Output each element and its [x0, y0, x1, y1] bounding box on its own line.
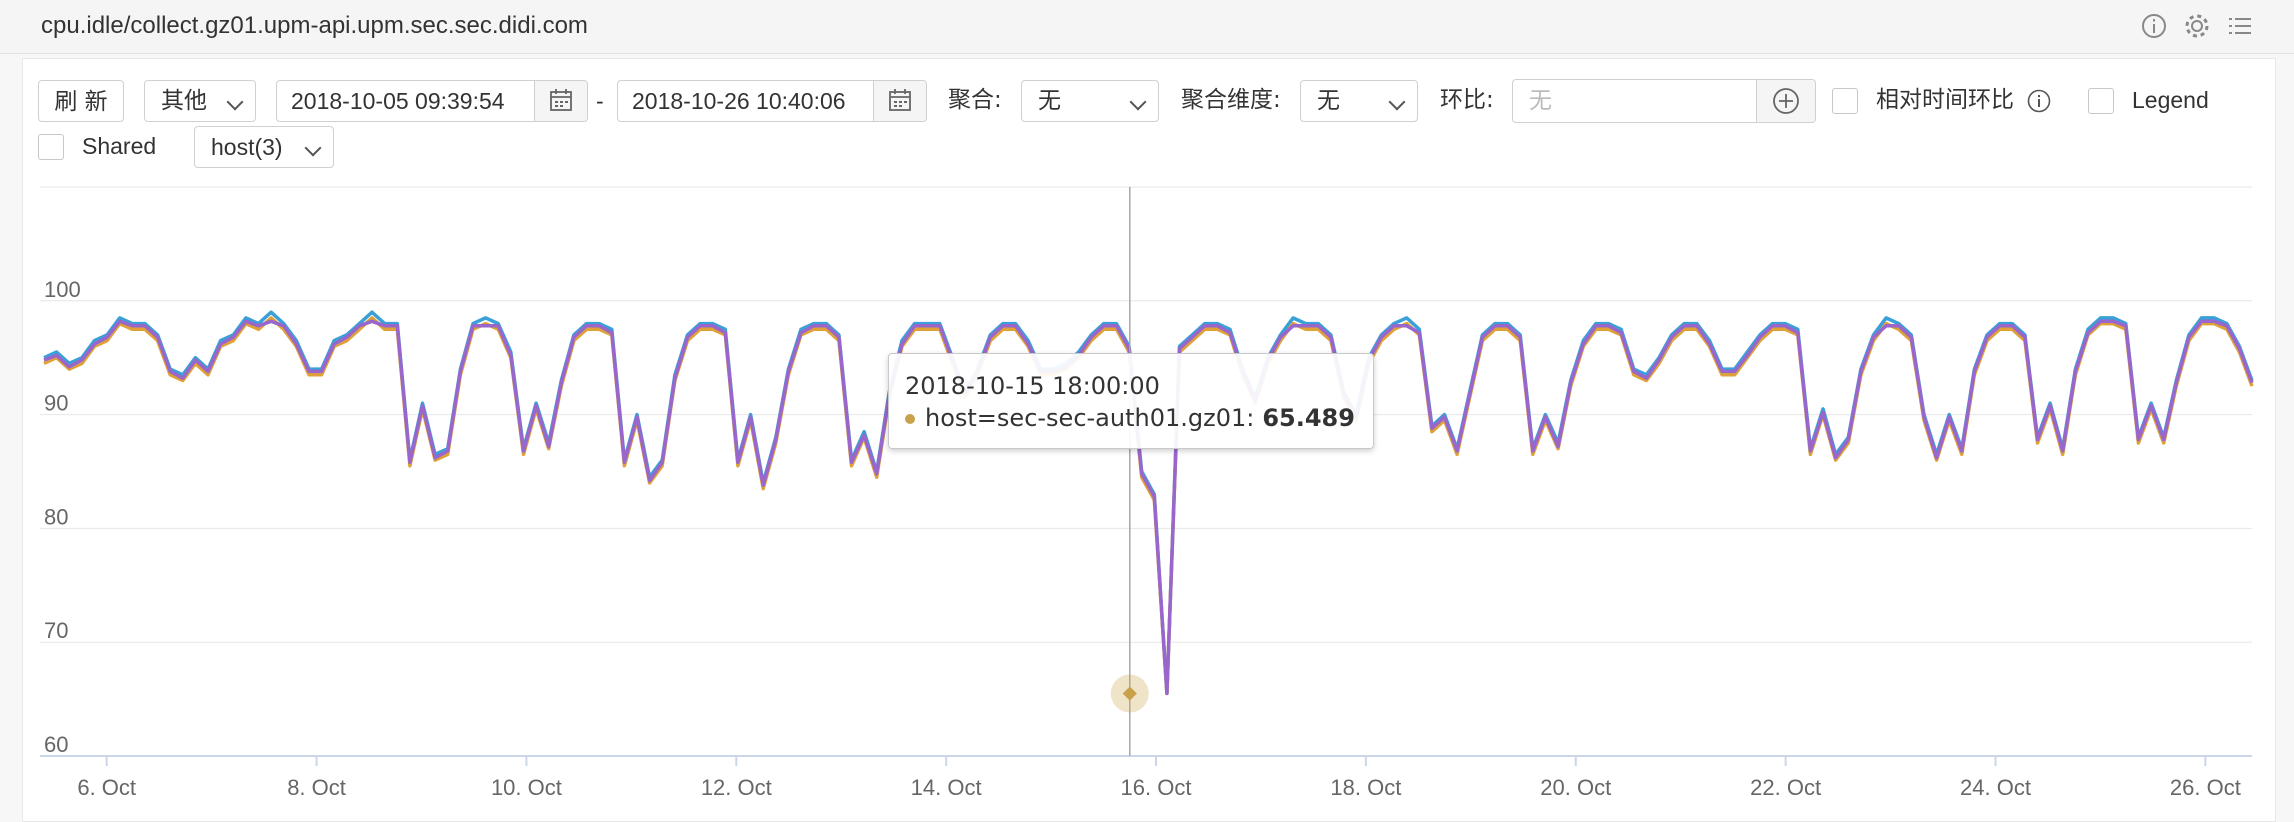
y-tick-label: 80: [44, 504, 68, 529]
x-tick-label: 8. Oct: [287, 775, 346, 800]
y-tick-label: 90: [44, 391, 68, 416]
y-tick-label: 60: [44, 732, 68, 757]
x-tick-label: 16. Oct: [1121, 775, 1192, 800]
x-tick-label: 10. Oct: [491, 775, 562, 800]
x-tick-label: 14. Oct: [911, 775, 982, 800]
x-tick-label: 26. Oct: [2170, 775, 2241, 800]
tooltip-value: 65.489: [1262, 404, 1355, 432]
x-tick-label: 24. Oct: [1960, 775, 2031, 800]
y-tick-label: 100: [44, 277, 81, 302]
x-tick-label: 18. Oct: [1330, 775, 1401, 800]
tooltip-series: host=sec-sec-auth01.gz01:: [925, 404, 1255, 432]
x-tick-label: 6. Oct: [77, 775, 136, 800]
tooltip-time: 2018-10-15 18:00:00: [905, 372, 1160, 400]
chart-tooltip: 2018-10-15 18:00:00 host=sec-sec-auth01.…: [888, 353, 1374, 449]
chart-panel: cpu.idle/collect.gz01.upm-api.upm.sec.se…: [0, 0, 2294, 822]
tooltip-row: host=sec-sec-auth01.gz01: 65.489: [905, 404, 1355, 432]
x-tick-label: 20. Oct: [1540, 775, 1611, 800]
x-tick-label: 22. Oct: [1750, 775, 1821, 800]
y-tick-label: 70: [44, 618, 68, 643]
series-dot: [905, 414, 915, 424]
x-tick-label: 12. Oct: [701, 775, 772, 800]
